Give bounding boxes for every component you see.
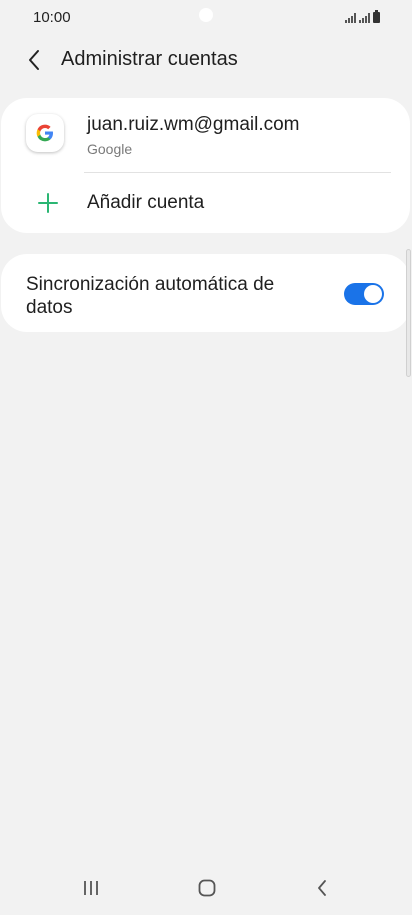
scrollbar[interactable]	[406, 249, 411, 377]
account-email: juan.ruiz.wm@gmail.com	[87, 114, 300, 135]
screen: 10:00 Administrar cuentas juan.ruiz.wm@g…	[0, 0, 412, 915]
account-type: Google	[87, 141, 133, 157]
recents-button[interactable]	[71, 872, 111, 904]
recents-icon	[84, 881, 98, 895]
account-item-google[interactable]: juan.ruiz.wm@gmail.com Google	[1, 98, 410, 172]
add-account-button[interactable]: Añadir cuenta	[1, 174, 410, 232]
status-time: 10:00	[33, 9, 71, 26]
nav-back-button[interactable]	[302, 872, 342, 904]
signal-icon	[359, 13, 370, 23]
divider	[84, 172, 391, 173]
sync-card[interactable]: Sincronización automática de datos	[1, 254, 410, 332]
camera-cutout	[199, 8, 213, 22]
google-icon	[26, 114, 64, 152]
chevron-left-icon	[29, 50, 39, 70]
battery-icon	[373, 10, 380, 23]
home-icon	[198, 879, 216, 897]
sync-toggle[interactable]	[344, 283, 384, 305]
status-icons	[345, 10, 380, 23]
back-icon	[318, 880, 326, 896]
plus-icon	[38, 193, 58, 213]
toggle-knob	[364, 285, 382, 303]
accounts-card: juan.ruiz.wm@gmail.com Google Añadir cue…	[1, 98, 410, 233]
navigation-bar	[0, 860, 412, 915]
add-account-label: Añadir cuenta	[87, 192, 205, 213]
header: Administrar cuentas	[0, 38, 412, 82]
home-button[interactable]	[187, 872, 227, 904]
status-bar: 10:00	[0, 0, 412, 36]
signal-icon	[345, 13, 356, 23]
sync-label: Sincronización automática de datos	[26, 274, 275, 318]
back-button[interactable]	[20, 46, 48, 74]
page-title: Administrar cuentas	[61, 48, 238, 70]
